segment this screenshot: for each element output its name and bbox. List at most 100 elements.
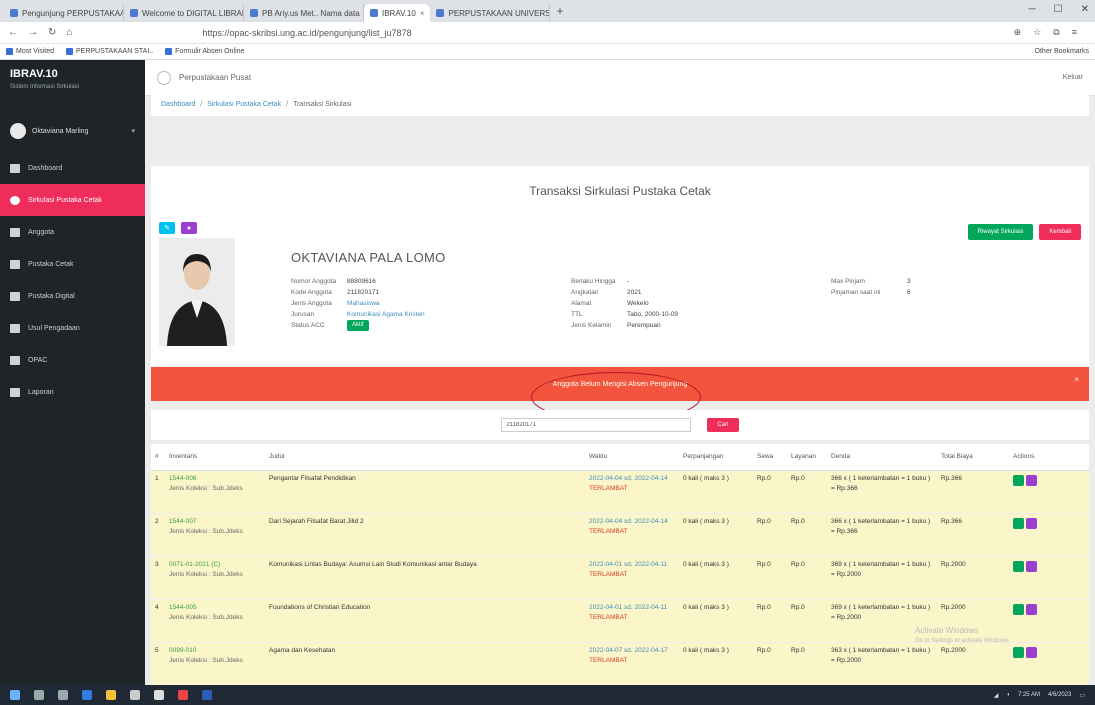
notification-icon[interactable]: ▭: [1079, 692, 1085, 699]
mail-icon[interactable]: [154, 690, 164, 700]
browser-tab-bar: Pengunjung PERPUSTAKAAN |× Welcome to DI…: [0, 0, 1095, 22]
sidebar-item-pustaka-cetak[interactable]: Pustaka Cetak: [0, 248, 145, 280]
avatar: [10, 123, 26, 139]
inventory-link[interactable]: 1544-005: [169, 604, 261, 611]
home-icon[interactable]: ⌂: [66, 27, 72, 38]
member-search-input[interactable]: [501, 418, 692, 432]
clock-date[interactable]: 4/6/2023: [1048, 692, 1071, 698]
breadcrumb-current: Transaksi Sirkulasi: [293, 100, 352, 108]
word-icon[interactable]: [202, 690, 212, 700]
zoom-icon[interactable]: ⊕: [1014, 27, 1022, 38]
sidebar-item-laporan[interactable]: Laporan: [0, 376, 145, 408]
menu-icon[interactable]: ≡: [1072, 27, 1077, 38]
brand[interactable]: IBRAV.10 Sistem Informasi Sirkulasi: [0, 60, 145, 110]
search-icon[interactable]: [34, 690, 44, 700]
book-title: Komunikasi Lintas Budaya: Asumsi Lain St…: [265, 556, 585, 600]
member-info-col3: Max Pinjam 3 Pinjaman saat ini 6: [831, 278, 911, 296]
table-row: 3 0071-01-2021 (C) Jenis Koleksi : Sub.Jde…: [151, 556, 1089, 600]
favicon-icon: [370, 9, 378, 17]
extensions-icon[interactable]: ⧉: [1053, 27, 1059, 38]
status-badge: TERLAMBAT: [589, 656, 628, 664]
sidebar-item-sirkulasi[interactable]: Sirkulasi Pustaka Cetak: [0, 184, 145, 216]
inventory-link[interactable]: 0071-01-2021 (C): [169, 561, 261, 568]
volume-icon[interactable]: ◖: [1006, 692, 1010, 698]
member-photo-icon: [159, 238, 235, 346]
firefox-icon[interactable]: [178, 690, 188, 700]
explorer-icon[interactable]: [106, 690, 116, 700]
browser-tab[interactable]: PERPUSTAKAAN UNIVERSITAS×: [430, 4, 551, 22]
bookmark-item[interactable]: Most Visited: [6, 48, 54, 55]
brand-title: IBRAV.10: [10, 68, 58, 80]
extend-loan-icon[interactable]: [1026, 646, 1037, 658]
extend-loan-icon[interactable]: [1026, 517, 1037, 529]
sidebar-item-dashboard[interactable]: Dashboard: [0, 152, 145, 184]
close-icon[interactable]: ×: [420, 9, 425, 18]
new-tab-icon[interactable]: +: [550, 4, 569, 18]
window-controls: ─ ☐ ✕: [1029, 4, 1089, 15]
table-row: 5 0099-010 Jenis Koleksi : Sub.Jdeks Agama …: [151, 642, 1089, 685]
inventory-link[interactable]: 0099-010: [169, 647, 261, 654]
extend-loan-icon[interactable]: [1026, 560, 1037, 572]
reload-icon[interactable]: ↻: [48, 27, 56, 38]
return-book-icon[interactable]: [1013, 603, 1024, 615]
clock-time[interactable]: 7:25 AM: [1018, 692, 1040, 698]
book-title: Dari Sejarah Filsafat Barat Jilid 2: [265, 513, 585, 557]
edge-icon[interactable]: [82, 690, 92, 700]
close-icon[interactable]: ×: [1074, 375, 1079, 384]
browser-tab[interactable]: Welcome to DIGITAL LIBRARY×: [124, 4, 244, 22]
favicon-icon: [130, 9, 138, 17]
user-panel[interactable]: Oktaviana Marling ▾: [0, 110, 145, 152]
extend-loan-icon[interactable]: [1026, 474, 1037, 486]
kembali-button[interactable]: Kembali: [1039, 224, 1081, 240]
bookmark-item[interactable]: PERPUSTAKAAN STAI..: [66, 48, 153, 55]
breadcrumb-link[interactable]: Sirkulasi Pustaka Cetak: [207, 101, 281, 108]
network-icon[interactable]: ◢: [994, 692, 999, 699]
sidebar-item-anggota[interactable]: Anggota: [0, 216, 145, 248]
member-profile-card: ✎ ● OKTAVIANA PALA LOMO Nomor Anggota 888…: [151, 216, 1089, 366]
sidebar-toggle-icon[interactable]: [157, 70, 171, 85]
top-bar: Perpustakaan Pusat Keluar: [145, 60, 1095, 96]
search-row: Cari: [151, 410, 1089, 440]
breadcrumb-link[interactable]: Dashboard: [161, 101, 195, 108]
forward-icon[interactable]: →: [28, 27, 38, 38]
return-book-icon[interactable]: [1013, 474, 1024, 486]
book-title: Agama dan Kesehatan: [265, 642, 585, 685]
digital-book-icon: [10, 291, 20, 301]
url-field[interactable]: https://opac-skribsi.ung.ac.id/pengunjun…: [202, 28, 1003, 38]
return-book-icon[interactable]: [1013, 517, 1024, 529]
user-name: Oktaviana Marling: [32, 127, 89, 135]
users-icon: [10, 227, 20, 237]
sidebar-item-pustaka-digital[interactable]: Pustaka Digital: [0, 280, 145, 312]
task-view-icon[interactable]: [58, 690, 68, 700]
taskbar: ◢ ◖ 7:25 AM 4/6/2023 ▭: [0, 685, 1095, 705]
circulation-icon: [10, 195, 20, 205]
favicon-icon: [10, 9, 18, 17]
book-title: Pengantar Filsafat Pendidikan: [265, 470, 585, 514]
logout-button[interactable]: Keluar: [1063, 74, 1083, 81]
inventory-link[interactable]: 1544-008: [169, 475, 261, 482]
book-icon: [10, 259, 20, 269]
start-icon[interactable]: [10, 690, 20, 700]
minimize-icon[interactable]: ─: [1029, 4, 1036, 15]
riwayat-sirkulasi-button[interactable]: Riwayat Sirkulasi: [967, 224, 1034, 240]
search-button[interactable]: Cari: [707, 418, 739, 432]
inventory-link[interactable]: 1544-007: [169, 518, 261, 525]
sidebar-item-opac[interactable]: OPAC: [0, 344, 145, 376]
bookmark-star-icon[interactable]: ☆: [1033, 27, 1041, 38]
browser-tab[interactable]: Pengunjung PERPUSTAKAAN |×: [4, 4, 124, 22]
chevron-down-icon[interactable]: ▾: [131, 127, 135, 135]
browser-tab[interactable]: PB Ariy.us Met.. Nama data×: [244, 4, 364, 22]
extend-loan-icon[interactable]: [1026, 603, 1037, 615]
edit-icon[interactable]: ✎: [159, 222, 175, 234]
close-window-icon[interactable]: ✕: [1081, 4, 1089, 15]
user-icon[interactable]: ●: [181, 222, 197, 234]
store-icon[interactable]: [130, 690, 140, 700]
browser-tab-active[interactable]: IBRAV.10 ×: [364, 4, 431, 22]
return-book-icon[interactable]: [1013, 646, 1024, 658]
other-bookmarks[interactable]: Other Bookmarks: [1035, 48, 1089, 55]
sidebar-item-usul-pengadaan[interactable]: Usul Pengadaan: [0, 312, 145, 344]
maximize-icon[interactable]: ☐: [1054, 4, 1063, 15]
return-book-icon[interactable]: [1013, 560, 1024, 572]
back-icon[interactable]: ←: [8, 27, 18, 38]
bookmark-item[interactable]: Formulir Absen Online: [165, 48, 244, 55]
